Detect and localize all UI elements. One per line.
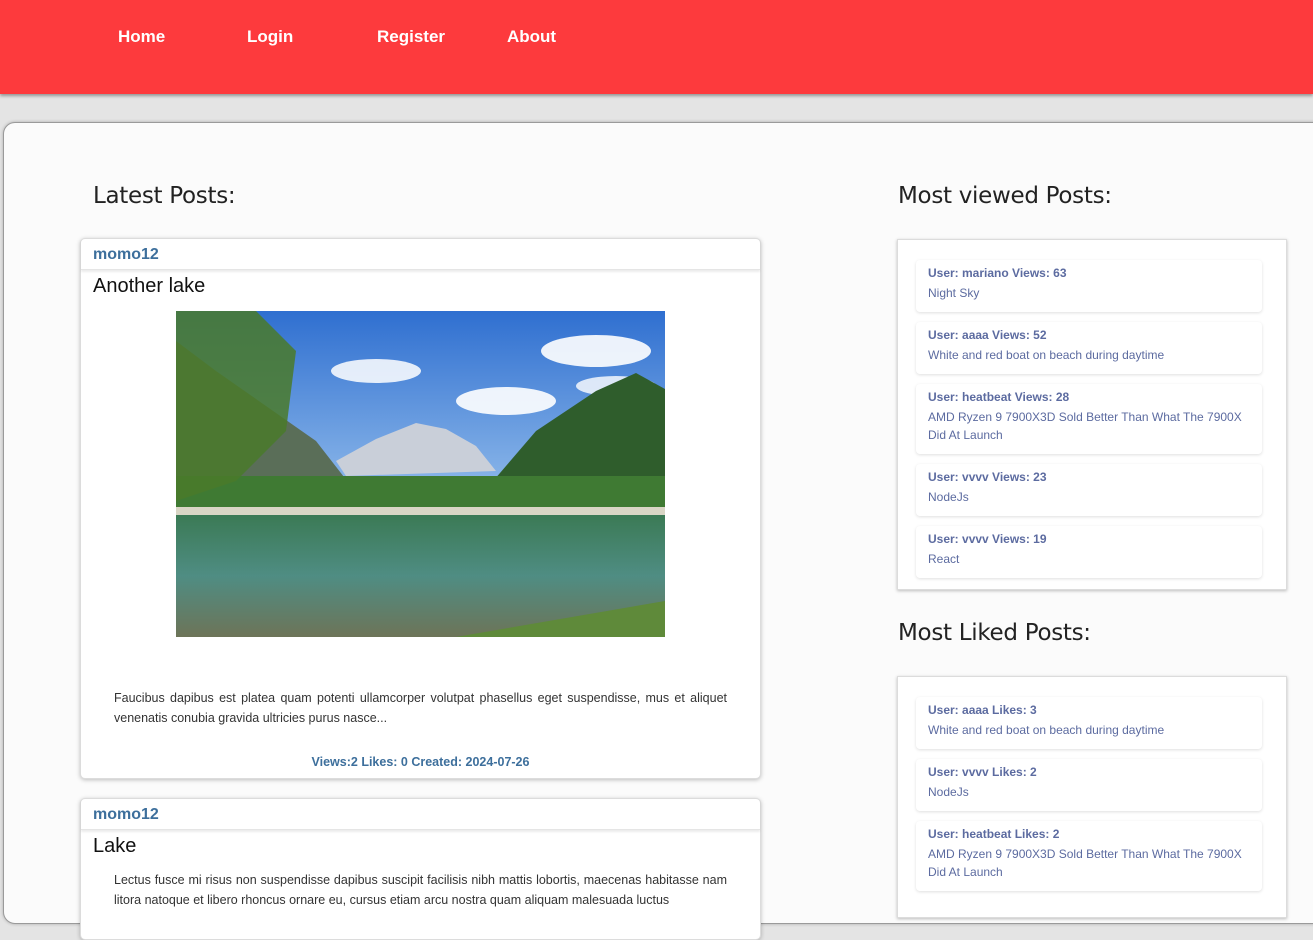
post-user-views: User: mariano Views: 63 [928,266,1067,280]
post-card[interactable]: momo12 Another lake Faucibus dapibus est… [80,238,761,779]
post-user-likes: User: aaaa Likes: 3 [928,703,1037,717]
post-user-likes: User: heatbeat Likes: 2 [928,827,1060,841]
most-liked-list: User: aaaa Likes: 3 White and red boat o… [897,676,1287,918]
post-user-likes: User: vvvv Likes: 2 [928,765,1037,779]
post-card[interactable]: momo12 Lake Lectus fusce mi risus non su… [80,798,761,940]
nav-about-link[interactable]: About [507,27,556,47]
nav-register-link[interactable]: Register [377,27,445,47]
latest-posts-heading: Latest Posts: [93,183,236,209]
most-viewed-item[interactable]: User: aaaa Views: 52 White and red boat … [916,322,1262,374]
post-title: NodeJs [928,490,969,504]
post-image[interactable] [176,311,665,637]
post-author-link[interactable]: momo12 [93,246,159,264]
post-author-link[interactable]: momo12 [93,806,159,824]
post-title: AMD Ryzen 9 7900X3D Sold Better Than Wha… [928,410,1242,442]
post-title: AMD Ryzen 9 7900X3D Sold Better Than Wha… [928,847,1242,879]
most-viewed-item[interactable]: User: heatbeat Views: 28 AMD Ryzen 9 790… [916,384,1262,454]
post-user-views: User: vvvv Views: 19 [928,532,1047,546]
most-viewed-list: User: mariano Views: 63 Night Sky User: … [897,239,1287,590]
post-user-views: User: aaaa Views: 52 [928,328,1047,342]
post-user-views: User: heatbeat Views: 28 [928,390,1070,404]
top-navbar: Home Login Register About [0,0,1313,94]
nav-home-link[interactable]: Home [118,27,165,47]
post-title[interactable]: Another lake [93,275,205,298]
most-viewed-item[interactable]: User: vvvv Views: 19 React [916,526,1262,578]
post-header: momo12 [81,239,760,270]
post-title: White and red boat on beach during dayti… [928,348,1165,362]
post-title: Night Sky [928,286,980,300]
nav-login-link[interactable]: Login [247,27,293,47]
post-excerpt: Faucibus dapibus est platea quam potenti… [114,691,727,725]
post-title: NodeJs [928,785,969,799]
post-title: React [928,552,960,566]
most-viewed-heading: Most viewed Posts: [898,183,1112,209]
post-stats: Views:2 Likes: 0 Created: 2024-07-26 [311,755,530,769]
post-title[interactable]: Lake [93,835,136,858]
lake-mountains-photo [176,311,665,637]
post-user-views: User: vvvv Views: 23 [928,470,1047,484]
post-excerpt: Lectus fusce mi risus non suspendisse da… [114,873,727,907]
post-header: momo12 [81,799,760,830]
most-liked-heading: Most Liked Posts: [898,620,1091,646]
post-title: White and red boat on beach during dayti… [928,723,1165,737]
most-viewed-item[interactable]: User: mariano Views: 63 Night Sky [916,260,1262,312]
most-liked-item[interactable]: User: vvvv Likes: 2 NodeJs [916,759,1262,811]
most-liked-item[interactable]: User: heatbeat Likes: 2 AMD Ryzen 9 7900… [916,821,1262,891]
most-liked-item[interactable]: User: aaaa Likes: 3 White and red boat o… [916,697,1262,749]
most-viewed-item[interactable]: User: vvvv Views: 23 NodeJs [916,464,1262,516]
